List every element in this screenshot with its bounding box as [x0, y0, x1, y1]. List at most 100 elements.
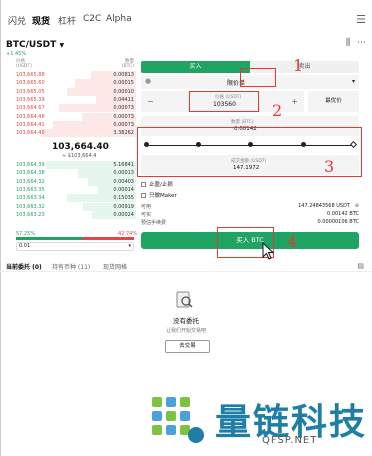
quantity-label: 数量 (BTC) [231, 120, 254, 125]
bid-row[interactable]: 103,663.35 0.00014 [4, 185, 136, 195]
tp-sl-checkbox[interactable]: 止盈/止损 [141, 180, 173, 188]
bid-row[interactable]: 103,664.39 5.16841 [4, 161, 136, 170]
amount-unit: (BTC) [121, 64, 134, 69]
orders-icon[interactable]: ▤ [357, 262, 364, 270]
ask-amount: 3.38262 [113, 130, 134, 137]
chevron-down-icon: ▾ [351, 78, 355, 85]
ratio-bar [16, 237, 134, 240]
bid-price: 103,664.32 [16, 178, 45, 185]
bid-row[interactable]: 103,663.32 0.00919 [4, 202, 136, 211]
transfer-icon[interactable]: ⊕ [355, 203, 359, 209]
bid-amount: 0.00403 [113, 178, 134, 185]
ask-row[interactable]: 103,664.41 0.00073 [4, 120, 136, 130]
ask-price: 103,665.39 [16, 96, 45, 103]
best-price-button[interactable]: 最优价 [308, 91, 359, 112]
ask-row[interactable]: 103,665.39 0.04411 [4, 95, 136, 105]
ask-amount: 0.00073 [113, 121, 134, 128]
annotation-number-3: 3 [324, 157, 335, 176]
ask-row[interactable]: 103,665.05 0.00010 [4, 87, 136, 96]
chart-icon[interactable]: ⫼ [346, 38, 350, 48]
tab-open-orders[interactable]: 当前委托 (0) [6, 262, 42, 271]
available-row: 可用 147.24843568 USDT ⊕ [141, 203, 359, 210]
page-border [0, 0, 1, 456]
bid-amount: 0.00013 [113, 170, 134, 177]
chevron-down-icon: ▾ [128, 243, 131, 249]
chevron-down-icon: ▼ [59, 42, 65, 49]
tab-holdings[interactable]: 持有币种 (11) [52, 262, 90, 271]
tp-sl-label: 止盈/止损 [149, 182, 173, 188]
buyable-label: 可买 [141, 212, 152, 218]
go-trade-button[interactable]: 去交易 [165, 340, 210, 353]
pair-change: +1.45% [6, 51, 27, 57]
cursor-icon [262, 242, 275, 260]
bid-amount: 0.00919 [113, 203, 134, 210]
ask-price: 103,664.41 [16, 121, 45, 128]
buyable-value: 0.00142 BTC [327, 211, 359, 217]
bid-amount: 0.00024 [113, 211, 134, 218]
ask-amount: 0.00073 [113, 105, 134, 112]
available-label: 可用 [141, 204, 152, 210]
ask-amount: 0.00010 [113, 88, 134, 95]
bid-price: 103,664.38 [16, 170, 45, 177]
fee-row: 预估手续费 0.00000106 BTC [141, 219, 359, 226]
ask-row[interactable]: 103,664.40 3.38262 [4, 129, 136, 138]
bid-price: 103,663.34 [16, 195, 45, 202]
tab-flash-swap[interactable]: 闪兑 [8, 14, 26, 27]
more-icon[interactable]: ⋯ [357, 38, 366, 48]
pair-selector[interactable]: BTC/USDT ▼ [6, 40, 64, 50]
plus-icon[interactable]: + [291, 97, 298, 106]
bid-row[interactable]: 103,663.34 0.15035 [4, 194, 136, 203]
tab-spot[interactable]: 现货 [32, 14, 50, 27]
fee-label: 预估手续费 [141, 220, 167, 226]
buy-tab[interactable]: 买入 [141, 61, 250, 73]
minus-icon[interactable]: − [147, 97, 154, 106]
bid-price: 103,663.32 [16, 203, 45, 210]
tab-spot-grid[interactable]: 现货网格 [103, 262, 127, 271]
ask-price: 103,664.40 [16, 130, 45, 137]
bid-price: 103,663.35 [16, 186, 45, 193]
bottom-tabs: 当前委托 (0) 持有币种 (11) 现货网格 ▤ [0, 260, 372, 272]
bid-price: 103,664.39 [16, 162, 45, 168]
ask-row[interactable]: 103,664.67 0.00073 [4, 104, 136, 113]
watermark-logo [152, 397, 204, 443]
ask-price: 103,665.60 [16, 80, 45, 87]
bid-row[interactable]: 103,663.23 0.00024 [4, 210, 136, 220]
chart-icon-group[interactable]: ⫼ ⋯ [346, 38, 366, 48]
ask-price: 103,664.48 [16, 113, 45, 120]
price-unit: (USDT) [16, 64, 32, 69]
tab-alpha[interactable]: Alpha [106, 14, 132, 24]
bid-row[interactable]: 103,664.32 0.00403 [4, 177, 136, 186]
menu-icon[interactable]: ☰ [356, 13, 366, 26]
bid-amount: 0.15035 [113, 195, 134, 202]
fee-value: 0.00000106 BTC [317, 219, 360, 225]
bid-row[interactable]: 103,664.38 0.00013 [4, 169, 136, 178]
ask-price: 103,665.05 [16, 88, 45, 95]
precision-select[interactable]: 0.01 ▾ [16, 242, 134, 251]
tab-c2c[interactable]: C2C [83, 14, 101, 24]
maker-only-checkbox[interactable]: 只做Maker [141, 191, 177, 199]
empty-subtitle: 让我们开始交易吧 [165, 328, 206, 334]
empty-search-icon [176, 291, 193, 308]
tab-margin[interactable]: 杠杆 [58, 14, 76, 27]
annotation-number-2: 2 [272, 101, 283, 120]
available-value: 147.24843568 USDT [298, 203, 350, 209]
bid-price: 103,663.23 [16, 211, 45, 218]
ask-amount: 0.00015 [113, 80, 134, 87]
annotation-number-4: 4 [287, 232, 298, 251]
buyable-row: 可买 0.00142 BTC [141, 211, 359, 218]
ask-amount: 0.00073 [113, 113, 134, 120]
ask-price: 103,665.88 [16, 72, 45, 78]
ask-row[interactable]: 103,665.60 0.00015 [4, 79, 136, 88]
ask-row[interactable]: 103,664.48 0.00073 [4, 112, 136, 121]
maker-only-label: 只做Maker [149, 193, 177, 199]
bid-amount: 0.00014 [113, 186, 134, 193]
top-nav: 闪兑 现货 杠杆 C2C Alpha ☰ [0, 0, 372, 38]
ask-row[interactable]: 103,665.88 0.00813 [4, 71, 136, 80]
annotation-box-2 [189, 91, 259, 112]
info-icon: ● [145, 77, 152, 85]
ask-amount: 0.04411 [113, 96, 134, 103]
mid-price: 103,664.40 [52, 142, 109, 152]
empty-title: 没有委托 [173, 317, 199, 325]
mid-price-usd: ≈ $103,664.4 [62, 153, 97, 159]
ask-price: 103,664.67 [16, 105, 45, 112]
